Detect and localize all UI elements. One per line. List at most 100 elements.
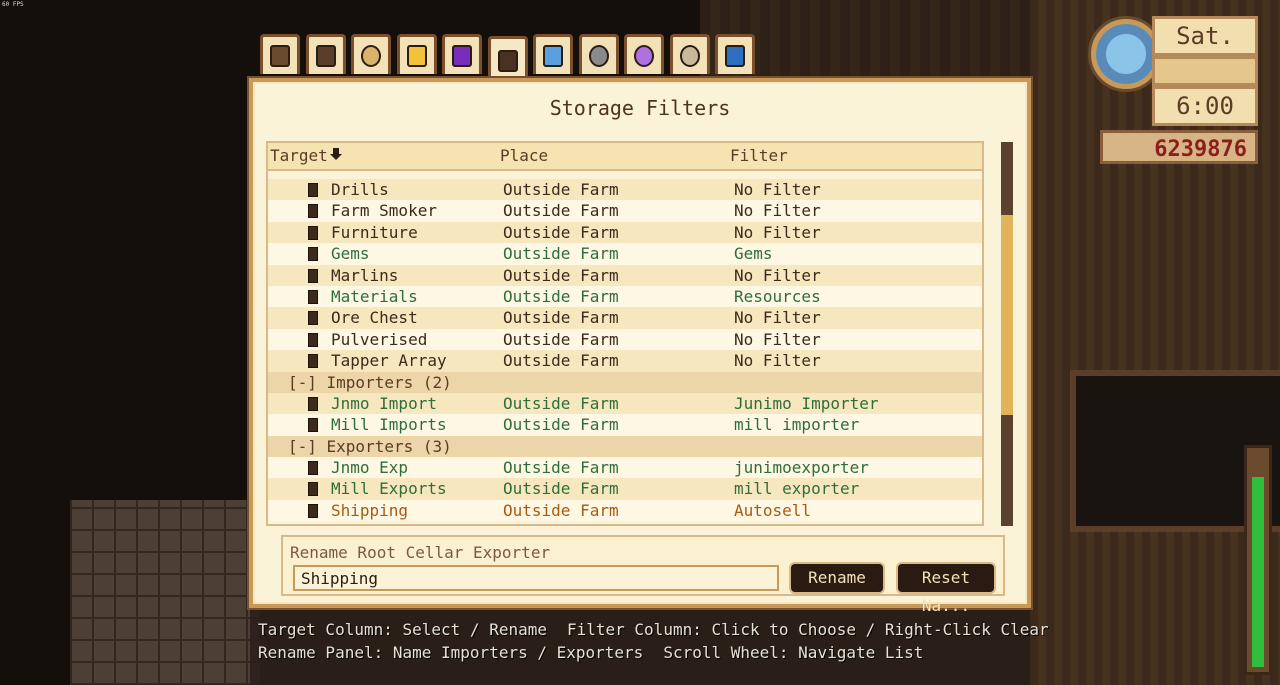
target-cell[interactable]: Mill Exports (331, 479, 447, 498)
target-cell[interactable]: Drills (331, 180, 389, 199)
table-row[interactable]: Ore Chest Outside Farm No Filter (268, 307, 982, 329)
tab-6[interactable] (533, 34, 573, 74)
amethyst-icon (634, 44, 654, 67)
target-cell[interactable]: Gems (331, 244, 370, 263)
place-cell[interactable]: Outside Farm (503, 501, 619, 520)
chest-icon (308, 268, 318, 283)
filter-cell[interactable]: Junimo Importer (734, 394, 879, 413)
hint-line-2: Rename Panel: Name Importers / Exporters… (258, 641, 1069, 664)
group-row[interactable]: [-] Importers (2) (268, 371, 982, 393)
filter-cell[interactable]: No Filter (734, 180, 821, 199)
filter-cell[interactable]: mill importer (734, 415, 859, 434)
filter-cell[interactable]: No Filter (734, 351, 821, 370)
purple-star-icon (452, 44, 472, 67)
tiki-totem-icon (315, 44, 336, 67)
target-cell[interactable]: Jnmo Import (331, 394, 437, 413)
target-cell[interactable]: Tapper Array (331, 351, 447, 370)
target-cell[interactable]: Marlins (331, 266, 398, 285)
fps-counter: 60 FPS (2, 1, 24, 8)
place-cell[interactable]: Outside Farm (503, 479, 619, 498)
target-cell[interactable]: Mill Imports (331, 415, 447, 434)
scrollbar-thumb[interactable] (1001, 215, 1013, 415)
table-row[interactable]: Jnmo Exp Outside Farm junimoexporter (268, 457, 982, 479)
target-cell[interactable]: Pulverised (331, 330, 427, 349)
filter-cell[interactable]: No Filter (734, 201, 821, 220)
filter-cell[interactable]: junimoexporter (734, 458, 869, 477)
table-row[interactable]: Mill Exports Outside Farm mill exporter (268, 478, 982, 500)
target-cell[interactable]: Farm Smoker (331, 201, 437, 220)
tab-4[interactable] (442, 34, 482, 74)
group-label[interactable]: [-] Importers (2) (288, 373, 452, 392)
table-row[interactable]: Drills Outside Farm No Filter (268, 179, 982, 201)
tab-8[interactable] (624, 34, 664, 74)
table-row[interactable]: Mill Imports Outside Farm mill importer (268, 414, 982, 436)
table-row[interactable]: Jnmo Import Outside Farm Junimo Importer (268, 392, 982, 415)
place-cell[interactable]: Outside Farm (503, 351, 619, 370)
tab-3[interactable] (396, 34, 437, 74)
target-cell[interactable]: Ore Chest (331, 308, 418, 327)
place-cell[interactable]: Outside Farm (503, 287, 619, 306)
place-cell[interactable]: Outside Farm (503, 394, 619, 413)
chest-icon (308, 482, 318, 497)
table-row[interactable]: Farm Smoker Outside Farm No Filter (268, 200, 982, 222)
reset-name-button[interactable]: Reset Na... (896, 562, 996, 615)
hint-target-column: Target Column: Select / Rename (258, 620, 547, 639)
rename-button[interactable]: Rename (789, 562, 885, 594)
tab-9[interactable] (669, 34, 710, 74)
header-target[interactable]: Target (270, 146, 328, 165)
filter-cell[interactable]: No Filter (734, 223, 821, 242)
table-row[interactable]: Pulverised Outside Farm No Filter (268, 328, 982, 351)
header-place[interactable]: Place (500, 146, 548, 165)
rename-input[interactable] (293, 565, 779, 591)
target-cell[interactable]: Furniture (331, 223, 418, 242)
hud-clock: Sat. 27 6:00 am 6239876 (1082, 10, 1260, 170)
sort-down-icon[interactable] (329, 147, 343, 161)
storage-filters-panel: Storage Filters Target Place Filter Dril… (249, 78, 1031, 615)
tab-1[interactable] (305, 34, 346, 74)
filter-cell[interactable]: Resources (734, 287, 821, 306)
chest-icon (308, 225, 318, 240)
filter-cell[interactable]: No Filter (734, 266, 821, 285)
tab-0[interactable] (260, 34, 300, 74)
filter-cell[interactable]: Gems (734, 244, 773, 263)
filter-cell[interactable]: mill exporter (734, 479, 859, 498)
table-row[interactable]: Materials Outside Farm Resources (268, 285, 982, 308)
group-row[interactable]: [-] Exporters (3) (268, 435, 982, 458)
place-cell[interactable]: Outside Farm (503, 201, 619, 220)
target-cell[interactable]: Shipping (331, 501, 408, 520)
table-row[interactable]: Marlins Outside Farm No Filter (268, 264, 982, 286)
tab-10[interactable] (715, 34, 755, 74)
filter-cell[interactable]: No Filter (734, 330, 821, 349)
target-cell[interactable]: Jnmo Exp (331, 458, 408, 477)
place-cell[interactable]: Outside Farm (503, 266, 619, 285)
hint-line-1: Target Column: Select / Rename Filter Col… (258, 618, 1069, 641)
table-row[interactable]: Tapper Array Outside Farm No Filter (268, 350, 982, 372)
energy-bar-fill (1252, 477, 1264, 667)
group-label[interactable]: [-] Exporters (3) (288, 437, 452, 456)
table-row[interactable]: Gems Outside Farm Gems (268, 243, 982, 265)
place-cell[interactable]: Outside Farm (503, 223, 619, 242)
chest-icon (308, 183, 318, 197)
table-header: Target Place Filter (268, 143, 982, 171)
place-cell[interactable]: Outside Farm (503, 415, 619, 434)
place-cell[interactable]: Outside Farm (503, 330, 619, 349)
hud-date: Sat. 27 (1152, 16, 1258, 84)
target-cell[interactable]: Materials (331, 287, 418, 306)
header-filter[interactable]: Filter (730, 146, 788, 165)
table-row[interactable]: Furniture Outside Farm No Filter (268, 221, 982, 244)
place-cell[interactable]: Outside Farm (503, 308, 619, 327)
energy-bar (1244, 445, 1272, 675)
place-cell[interactable]: Outside Farm (503, 180, 619, 199)
scrollbar[interactable] (1001, 142, 1013, 526)
control-hints: Target Column: Select / Rename Filter Col… (258, 618, 1069, 664)
chest-icon (308, 418, 318, 433)
filter-cell[interactable]: No Filter (734, 308, 821, 327)
tab-2[interactable] (351, 34, 391, 74)
tab-7[interactable] (578, 34, 619, 74)
filter-cell[interactable]: Autosell (734, 501, 811, 520)
place-cell[interactable]: Outside Farm (503, 458, 619, 477)
chest-icon (308, 332, 318, 347)
table-row[interactable]: Shipping Outside Farm Autosell (268, 499, 982, 522)
tab-5[interactable] (487, 36, 528, 82)
place-cell[interactable]: Outside Farm (503, 244, 619, 263)
